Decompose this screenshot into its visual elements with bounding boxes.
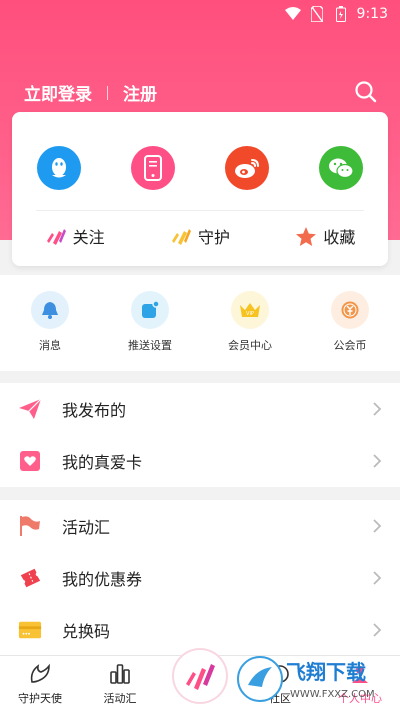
menu-label: 兑换码 <box>62 622 111 641</box>
star-icon <box>296 226 317 246</box>
tab-label: 活动汇 <box>103 691 137 705</box>
search-icon <box>355 81 377 103</box>
tab-activities[interactable]: 活动汇 <box>80 656 160 711</box>
watermark-title: 飞翔下载 <box>286 660 366 684</box>
quick-link-vip-center[interactable]: VIP 会员中心 <box>210 275 290 371</box>
chevron-right-icon <box>373 623 382 637</box>
chevron-right-icon <box>373 454 382 468</box>
menu-label: 我发布的 <box>62 401 127 420</box>
quick-link-label: 消息 <box>39 339 61 352</box>
wechat-icon <box>329 158 354 179</box>
quick-link-messages[interactable]: 消息 <box>10 275 90 371</box>
status-time: 9:13 <box>356 6 388 22</box>
menu-item-activities[interactable]: 活动汇 <box>0 500 400 552</box>
card-divider <box>36 210 364 211</box>
qq-login-button[interactable] <box>37 146 81 190</box>
menu-label: 活动汇 <box>62 518 111 537</box>
phone-icon <box>144 155 162 181</box>
redeem-code-icon <box>18 618 42 642</box>
watermark-url: WWW.FXXZ.COM <box>290 689 375 700</box>
favorites-button[interactable]: 收藏 <box>295 224 355 248</box>
login-link[interactable]: 立即登录 <box>24 80 92 105</box>
follow-icon <box>46 229 66 245</box>
menu-label: 我的优惠券 <box>62 570 143 589</box>
wifi-icon <box>284 6 301 22</box>
card-actions: 关注 守护 收藏 <box>12 224 388 248</box>
chevron-right-icon <box>373 519 382 533</box>
chevron-right-icon <box>373 571 382 585</box>
vip-crown-icon: VIP <box>231 291 269 329</box>
qq-icon <box>52 158 66 178</box>
quick-link-label: 公会币 <box>333 339 367 352</box>
social-login-row <box>12 146 388 190</box>
coin-icon <box>331 291 369 329</box>
favorites-label: 收藏 <box>323 228 356 247</box>
register-link[interactable]: 注册 <box>123 80 157 105</box>
menu-item-my-posts[interactable]: 我发布的 <box>0 383 400 435</box>
tab-guardian-angel[interactable]: 守护天使 <box>0 656 80 711</box>
menu-item-redeem-code[interactable]: 兑换码 <box>0 604 400 656</box>
login-card: 关注 守护 收藏 <box>12 112 388 266</box>
no-sim-icon <box>309 6 325 22</box>
status-bar: 9:13 <box>0 0 400 28</box>
bell-icon <box>31 291 69 329</box>
guard-button[interactable]: 守护 <box>170 224 230 248</box>
menu-label: 我的真爱卡 <box>62 453 143 472</box>
divider <box>107 85 108 100</box>
quick-link-push-settings[interactable]: 推送设置 <box>110 275 190 371</box>
follow-button[interactable]: 关注 <box>45 224 105 248</box>
menu-group-posts: 我发布的 我的真爱卡 <box>0 383 400 487</box>
login-row: 立即登录 注册 <box>24 80 157 105</box>
menu-group-activities: 活动汇 我的优惠券 兑换码 <box>0 500 400 656</box>
bar-chart-icon <box>110 663 130 684</box>
brand-logo-icon <box>186 664 215 690</box>
guard-icon <box>171 229 191 245</box>
ticket-icon <box>18 566 42 590</box>
phone-login-button[interactable] <box>131 146 175 190</box>
menu-item-love-card[interactable]: 我的真爱卡 <box>0 435 400 487</box>
quick-links: 消息 推送设置 VIP 会员中心 公会币 <box>0 275 400 371</box>
heart-card-icon <box>18 449 42 473</box>
weibo-login-button[interactable] <box>225 146 269 190</box>
center-action-button[interactable] <box>174 650 226 702</box>
quick-link-label: 推送设置 <box>128 339 172 352</box>
battery-icon <box>333 6 349 22</box>
tab-center <box>160 650 240 711</box>
svg-text:VIP: VIP <box>246 311 254 317</box>
push-settings-icon <box>131 291 169 329</box>
search-button[interactable] <box>354 80 378 104</box>
paper-plane-icon <box>18 397 42 421</box>
wechat-login-button[interactable] <box>319 146 363 190</box>
chevron-right-icon <box>373 402 382 416</box>
watermark-logo: 飞翔下载 WWW.FXXZ.COM <box>234 651 394 707</box>
weibo-icon <box>235 159 259 178</box>
guard-label: 守护 <box>197 228 230 247</box>
flag-icon <box>18 514 42 538</box>
quick-link-label: 会员中心 <box>228 339 272 352</box>
quick-link-guild-coins[interactable]: 公会币 <box>310 275 390 371</box>
angel-wing-icon <box>30 663 50 683</box>
menu-item-coupons[interactable]: 我的优惠券 <box>0 552 400 604</box>
follow-label: 关注 <box>72 228 105 247</box>
tab-label: 守护天使 <box>18 691 62 705</box>
